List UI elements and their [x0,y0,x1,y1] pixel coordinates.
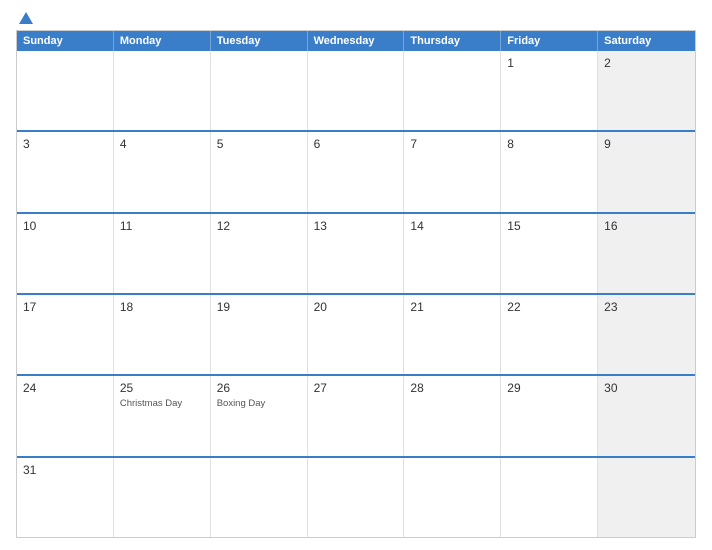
calendar-cell [404,458,501,537]
calendar-cell [211,458,308,537]
calendar-cell: 9 [598,132,695,211]
calendar-cell: 26 Boxing Day [211,376,308,455]
day-number: 16 [604,219,689,233]
header-cell-wednesday: Wednesday [308,31,405,51]
day-number: 7 [410,137,494,151]
header-cell-friday: Friday [501,31,598,51]
header-cell-tuesday: Tuesday [211,31,308,51]
calendar-cell: 21 [404,295,501,374]
calendar-cell: 2 [598,51,695,130]
calendar-cell: 5 [211,132,308,211]
calendar-cell: 15 [501,214,598,293]
calendar-week-5: 24 25 Christmas Day 26 Boxing Day 27 28 29 30 [17,374,695,455]
calendar-cell: 6 [308,132,405,211]
calendar-body: 1234567891011121314151617181920212223242… [17,51,695,537]
day-number: 11 [120,219,204,233]
calendar-cell: 11 [114,214,211,293]
header-cell-monday: Monday [114,31,211,51]
day-number: 1 [507,56,591,70]
calendar-cell: 25 Christmas Day [114,376,211,455]
holiday-label: Christmas Day [120,398,204,409]
calendar-cell [501,458,598,537]
calendar-cell: 3 [17,132,114,211]
calendar-week-1: 12 [17,51,695,130]
calendar-cell: 17 [17,295,114,374]
day-number: 10 [23,219,107,233]
calendar-cell: 12 [211,214,308,293]
day-number: 4 [120,137,204,151]
calendar-cell: 13 [308,214,405,293]
calendar-cell: 18 [114,295,211,374]
logo [16,12,33,24]
day-number: 12 [217,219,301,233]
day-number: 28 [410,381,494,395]
day-number: 2 [604,56,689,70]
calendar-cell [404,51,501,130]
calendar-cell: 4 [114,132,211,211]
header [16,12,696,24]
day-number: 26 [217,381,301,395]
calendar-cell [598,458,695,537]
day-number: 24 [23,381,107,395]
calendar-cell [308,51,405,130]
calendar-cell: 29 [501,376,598,455]
day-number: 21 [410,300,494,314]
calendar-cell: 16 [598,214,695,293]
day-number: 22 [507,300,591,314]
calendar-week-2: 3456789 [17,130,695,211]
holiday-label: Boxing Day [217,398,301,409]
day-number: 14 [410,219,494,233]
calendar-cell: 14 [404,214,501,293]
calendar-cell: 1 [501,51,598,130]
day-number: 6 [314,137,398,151]
calendar-cell [114,51,211,130]
header-cell-sunday: Sunday [17,31,114,51]
calendar-cell: 31 [17,458,114,537]
calendar-cell: 28 [404,376,501,455]
calendar-cell: 30 [598,376,695,455]
header-cell-thursday: Thursday [404,31,501,51]
calendar-week-6: 31 [17,456,695,537]
calendar-header-row: SundayMondayTuesdayWednesdayThursdayFrid… [17,31,695,51]
calendar-cell: 19 [211,295,308,374]
day-number: 20 [314,300,398,314]
calendar-week-3: 10 11 12 13 14 15 16 [17,212,695,293]
calendar-cell [308,458,405,537]
calendar-cell [114,458,211,537]
day-number: 8 [507,137,591,151]
calendar-cell [211,51,308,130]
day-number: 29 [507,381,591,395]
calendar-cell [17,51,114,130]
calendar-cell: 22 [501,295,598,374]
day-number: 13 [314,219,398,233]
day-number: 27 [314,381,398,395]
day-number: 30 [604,381,689,395]
calendar-cell: 20 [308,295,405,374]
calendar-cell: 7 [404,132,501,211]
calendar-cell: 23 [598,295,695,374]
day-number: 17 [23,300,107,314]
day-number: 3 [23,137,107,151]
day-number: 5 [217,137,301,151]
day-number: 9 [604,137,689,151]
calendar-cell: 8 [501,132,598,211]
calendar-cell: 10 [17,214,114,293]
calendar-grid: SundayMondayTuesdayWednesdayThursdayFrid… [16,30,696,538]
day-number: 18 [120,300,204,314]
logo-triangle-icon [19,12,33,24]
calendar-cell: 27 [308,376,405,455]
day-number: 25 [120,381,204,395]
day-number: 23 [604,300,689,314]
day-number: 31 [23,463,107,477]
day-number: 19 [217,300,301,314]
header-cell-saturday: Saturday [598,31,695,51]
calendar-week-4: 17 18 19 20 21 22 23 [17,293,695,374]
calendar-cell: 24 [17,376,114,455]
day-number: 15 [507,219,591,233]
calendar-page: SundayMondayTuesdayWednesdayThursdayFrid… [0,0,712,550]
